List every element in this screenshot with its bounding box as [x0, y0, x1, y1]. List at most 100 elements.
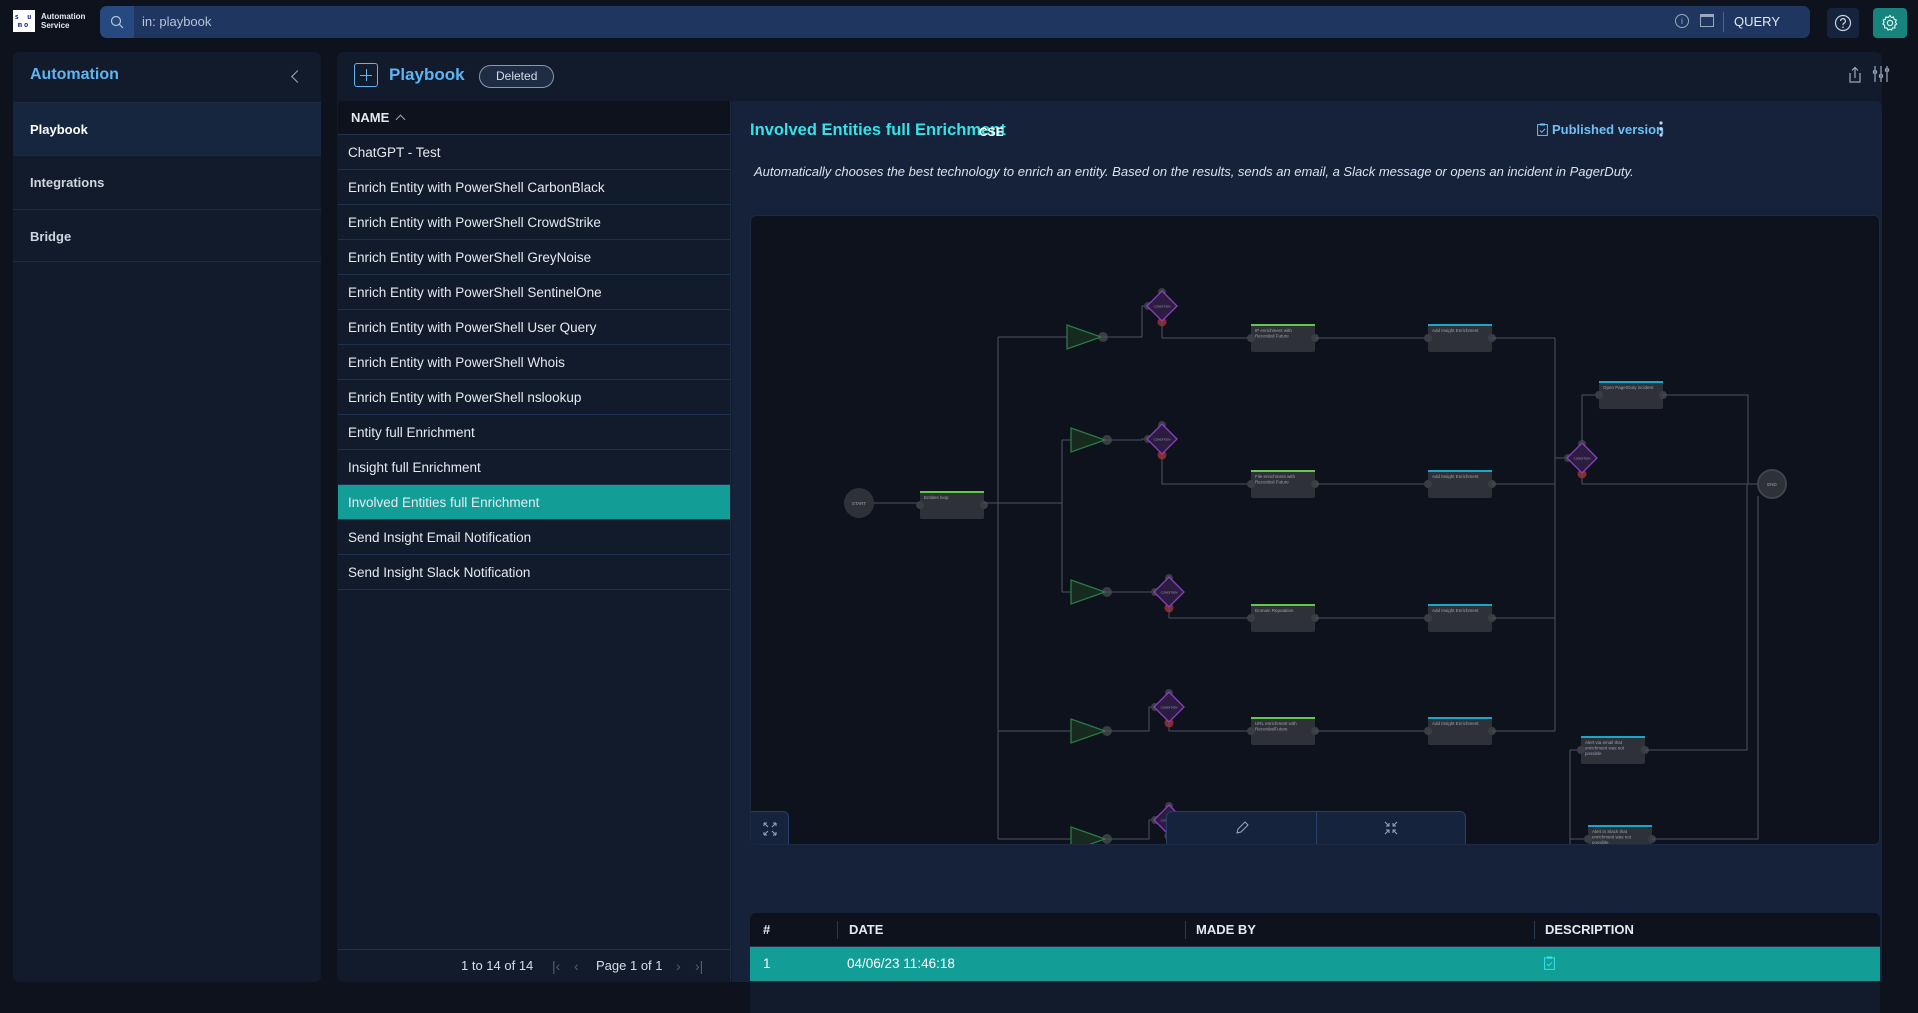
- enrich-node-label: Domain Reputation: [1255, 608, 1294, 613]
- input-port: [1247, 614, 1255, 622]
- condition-label: CONDITION: [1154, 305, 1171, 309]
- playbook-list-item[interactable]: Involved Entities full Enrichment: [338, 485, 730, 520]
- insight-node-label: Add Insight Enrichment: [1432, 328, 1479, 333]
- sidebar-item-bridge[interactable]: Bridge: [13, 209, 321, 262]
- deleted-filter-button[interactable]: Deleted: [479, 65, 555, 88]
- col-number: #: [763, 922, 771, 937]
- playbook-list-item[interactable]: Send Insight Email Notification: [338, 520, 730, 555]
- settings-button[interactable]: [1873, 8, 1907, 38]
- playbook-list-item[interactable]: ChatGPT - Test: [338, 135, 730, 170]
- app-name: Automation Service: [41, 12, 86, 30]
- clipboard-check-icon[interactable]: [1544, 956, 1555, 970]
- enrich-node-label: IP enrichment with Recorded Future: [1255, 328, 1292, 339]
- col-description[interactable]: DESCRIPTION: [1545, 913, 1634, 947]
- trigger-node: [1070, 579, 1107, 605]
- sidebar-item-integrations[interactable]: Integrations: [13, 155, 321, 208]
- loop-node-label: Entities loop: [924, 495, 949, 500]
- input-port: [1247, 334, 1255, 342]
- history-row[interactable]: 1 04/06/23 11:46:18: [750, 947, 1880, 981]
- sumo-logo[interactable]: s u mo: [13, 10, 35, 32]
- connector-line: [1107, 819, 1155, 840]
- pagination: 1 to 14 of 14 |‹ ‹ Page 1 of 1 › ›|: [338, 949, 731, 981]
- trigger-node: [1070, 718, 1107, 744]
- slack-alert-node-accent: [1588, 825, 1652, 827]
- playbook-detail: Involved Entities full Enrichment CSE Pu…: [732, 101, 1882, 1013]
- connector-line: [1107, 706, 1155, 732]
- sidebar-title: Automation: [30, 66, 119, 83]
- trigger-node: [1070, 826, 1107, 844]
- sort-ascending-icon: [395, 114, 406, 125]
- published-version-button[interactable]: Published version: [1537, 122, 1664, 137]
- last-page-icon[interactable]: ›|: [695, 950, 703, 982]
- input-port: [1424, 480, 1432, 488]
- playbook-description: Automatically chooses the best technolog…: [754, 164, 1634, 179]
- playbook-list-item[interactable]: Send Insight Slack Notification: [338, 555, 730, 590]
- playbook-title: Involved Entities full Enrichment: [750, 121, 1006, 139]
- help-icon: [1834, 14, 1852, 32]
- loop-node-accent: [920, 491, 984, 493]
- input-port: [1424, 334, 1432, 342]
- enrich-node-accent: [1251, 604, 1315, 606]
- collapse-sidebar-icon[interactable]: [291, 70, 304, 83]
- name-column-header[interactable]: NAME: [338, 101, 730, 135]
- end-label: END: [1767, 482, 1777, 487]
- connector-line: [1581, 474, 1758, 485]
- fullscreen-button[interactable]: [751, 811, 789, 844]
- divider: [1723, 12, 1724, 32]
- condition-label: CONDITION: [1161, 591, 1178, 595]
- sidebar-item-playbook[interactable]: Playbook: [13, 102, 321, 155]
- enrich-node-accent: [1251, 717, 1315, 719]
- flow-canvas[interactable]: START Entities loop CONDITION CONDITION COND…: [750, 215, 1880, 845]
- row-date: 04/06/23 11:46:18: [847, 956, 955, 971]
- next-page-icon[interactable]: ›: [676, 950, 681, 982]
- insight-node-accent: [1428, 717, 1492, 719]
- top-bar: s umo Automation Service i QUERY: [0, 0, 1918, 44]
- connector-line: [1161, 322, 1251, 339]
- start-label: START: [852, 501, 867, 506]
- info-icon[interactable]: i: [1675, 14, 1689, 28]
- search-button[interactable]: [100, 6, 134, 38]
- input-port: [1595, 391, 1603, 399]
- condition-label: CONDITION: [1574, 457, 1591, 461]
- filter-settings-icon[interactable]: [1871, 64, 1891, 84]
- help-button[interactable]: [1827, 8, 1859, 38]
- calendar-icon[interactable]: [1700, 14, 1714, 27]
- connector-line: [1168, 608, 1251, 619]
- row-count: 1 to 14 of 14: [461, 958, 534, 973]
- condition-label: CONDITION: [1161, 706, 1178, 710]
- playbook-list-item[interactable]: Enrich Entity with PowerShell SentinelOn…: [338, 275, 730, 310]
- prev-page-icon[interactable]: ‹: [574, 950, 579, 982]
- first-page-icon[interactable]: |‹: [552, 950, 560, 982]
- expand-icon: [763, 822, 777, 836]
- playbook-list-item[interactable]: Enrich Entity with PowerShell nslookup: [338, 380, 730, 415]
- playbook-list-item[interactable]: Enrich Entity with PowerShell Whois: [338, 345, 730, 380]
- playbook-list-item[interactable]: Enrich Entity with PowerShell User Query: [338, 310, 730, 345]
- playbook-list-item[interactable]: Enrich Entity with PowerShell CrowdStrik…: [338, 205, 730, 240]
- playbook-list-item[interactable]: Insight full Enrichment: [338, 450, 730, 485]
- search-input[interactable]: [142, 6, 1342, 38]
- playbook-list-item[interactable]: Enrich Entity with PowerShell GreyNoise: [338, 240, 730, 275]
- connector-line: [1161, 455, 1251, 485]
- col-made-by[interactable]: MADE BY: [1196, 913, 1256, 947]
- col-divider: [1534, 921, 1535, 939]
- collapse-icon[interactable]: [1383, 820, 1399, 836]
- col-date[interactable]: DATE: [849, 913, 883, 947]
- col-divider: [837, 921, 838, 939]
- playbook-list-item[interactable]: Enrich Entity with PowerShell CarbonBlac…: [338, 170, 730, 205]
- query-dropdown[interactable]: QUERY: [1734, 6, 1780, 38]
- enrich-node-accent: [1251, 470, 1315, 472]
- input-port: [1584, 835, 1592, 843]
- row-number: 1: [763, 956, 771, 971]
- edit-pencil-icon[interactable]: [1234, 820, 1250, 836]
- search-bar: i QUERY: [100, 6, 1900, 38]
- insight-node-label: Add Insight Enrichment: [1432, 474, 1479, 479]
- connector-line: [1168, 723, 1251, 732]
- playbook-list-item[interactable]: Entity full Enrichment: [338, 415, 730, 450]
- more-options-icon[interactable]: [1659, 121, 1663, 137]
- enrich-node-accent: [1251, 324, 1315, 326]
- export-icon[interactable]: [1846, 66, 1864, 84]
- input-port: [1424, 614, 1432, 622]
- add-playbook-button[interactable]: [354, 63, 378, 87]
- trigger-node: [1070, 427, 1107, 453]
- sidebar: Automation Playbook Integrations Bridge: [13, 52, 321, 982]
